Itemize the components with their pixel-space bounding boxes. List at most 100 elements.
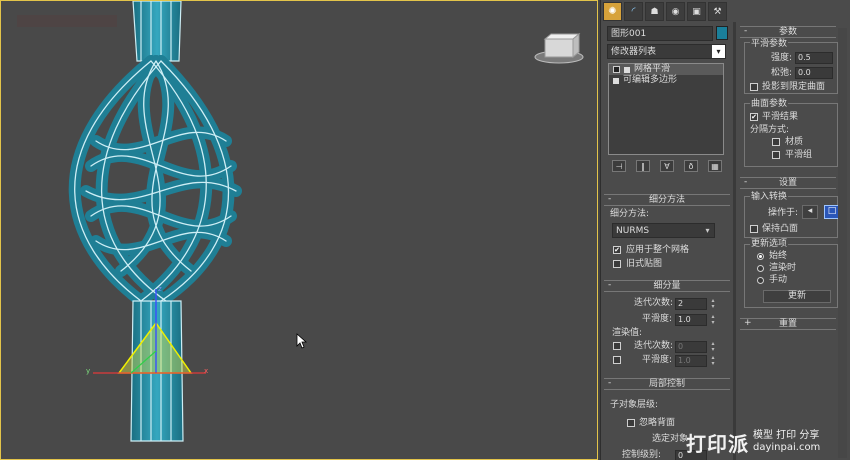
stack-item-meshsmooth[interactable]: 网格平滑 — [609, 64, 723, 75]
subdivision-method-label: 细分方法: — [610, 209, 650, 219]
viewcube-icon[interactable] — [533, 29, 585, 65]
twisted-bulb — [68, 55, 242, 307]
render-iterations-spinner-arrows-icon[interactable]: ▴ ▾ — [709, 341, 717, 353]
stack-item-label: 可编辑多边形 — [623, 75, 678, 85]
update-options-label: 更新选项 — [750, 239, 789, 250]
apply-to-whole-mesh-label: 应用于整个网格 — [626, 245, 690, 255]
watermark-caption: 模型 打印 分享 dayinpai.com — [753, 430, 820, 454]
watermark-line1: 模型 打印 分享 — [753, 430, 820, 441]
rollout-subdivision-amount-header[interactable]: - 细分量 — [604, 280, 730, 292]
object-name-field[interactable]: 图形001 — [607, 26, 713, 41]
remove-modifier-icon[interactable]: ð — [684, 160, 698, 172]
watermark-title: 打印派 — [686, 433, 749, 456]
twisted-mesh-model[interactable]: y x z — [1, 1, 598, 460]
smoothness-spinner-arrows-icon[interactable]: ▴ ▾ — [709, 314, 717, 326]
hammer-icon: ⚒ — [713, 6, 722, 17]
rollout-settings-header[interactable]: - 设置 — [740, 177, 836, 189]
rollout-reset-header[interactable]: + 重置 — [740, 318, 836, 330]
configure-modifier-sets-icon[interactable]: ▦ — [708, 160, 722, 172]
update-button[interactable]: 更新 — [763, 290, 831, 303]
tab-hierarchy[interactable]: ☗ — [645, 2, 664, 21]
ignore-backfacing-checkbox[interactable] — [627, 419, 635, 427]
strength-spinner-field[interactable]: 0.5 — [795, 52, 833, 64]
apply-to-whole-mesh-checkbox[interactable]: ✔ — [613, 246, 621, 254]
render-values-label: 渲染值: — [612, 328, 643, 338]
render-iterations-checkbox[interactable] — [613, 342, 621, 350]
update-manual-radio[interactable] — [757, 277, 764, 284]
render-iterations-spinner-field[interactable]: 0 — [675, 341, 707, 353]
svg-text:z: z — [158, 285, 162, 293]
stack-toolbar: ⊣ ‖ ∀ ð ▦ — [612, 160, 722, 172]
modifier-list-label: 修改器列表 — [611, 47, 657, 57]
smoothness-spinner-field[interactable]: 1.0 — [675, 314, 707, 326]
tab-display[interactable]: ▣ — [687, 2, 706, 21]
modify-arc-icon: ◜ — [631, 6, 636, 17]
object-color-swatch[interactable] — [716, 26, 728, 40]
rollout-title: 参数 — [778, 27, 797, 37]
mouse-cursor-icon — [296, 333, 308, 349]
strength-label: 强度: — [771, 53, 793, 63]
render-smoothness-checkbox[interactable] — [613, 356, 621, 364]
project-checkbox[interactable] — [750, 83, 758, 91]
chevron-down-icon: ▾ — [701, 224, 714, 237]
tab-modify[interactable]: ◜ — [624, 2, 643, 21]
materials-label: 材质 — [785, 137, 804, 147]
motion-icon: ◉ — [671, 6, 680, 17]
rollout-subdivision-method-header[interactable]: - 细分方法 — [604, 194, 730, 206]
watermark-logo: 打印派 模型 打印 分享 dayinpai.com — [686, 428, 820, 456]
keep-convex-label: 保持凸面 — [762, 224, 799, 234]
subdivision-method-dropdown[interactable]: NURMS ▾ — [612, 223, 715, 238]
iterations-spinner-arrows-icon[interactable]: ▴ ▾ — [709, 298, 717, 310]
stack-square-icon — [624, 66, 630, 73]
render-smoothness-label: 平滑度: — [642, 355, 673, 365]
tab-create[interactable]: ✺ — [603, 2, 622, 21]
update-when-rendering-label: 渲染时 — [769, 263, 797, 273]
render-smoothness-spinner-arrows-icon[interactable]: ▴ ▾ — [709, 355, 717, 367]
viewport-perspective[interactable]: y x z — [0, 0, 598, 460]
render-iterations-label: 迭代次数: — [634, 341, 674, 351]
materials-checkbox[interactable] — [772, 138, 780, 146]
svg-text:x: x — [204, 367, 208, 375]
collapse-minus-icon: - — [608, 194, 612, 204]
sub-object-level-label: 子对象层级: — [610, 400, 659, 410]
panel-scrollbar[interactable] — [838, 28, 847, 458]
update-always-radio[interactable] — [757, 253, 764, 260]
svg-text:y: y — [86, 367, 90, 375]
modifier-list-dropdown[interactable]: 修改器列表 ▾ — [607, 44, 726, 59]
rollout-title: 细分量 — [653, 281, 681, 291]
relax-spinner-field[interactable]: 0.0 — [795, 67, 833, 79]
render-smoothness-spinner-field[interactable]: 1.0 — [675, 355, 707, 367]
bulb-toggle-icon[interactable] — [613, 66, 620, 73]
show-end-result-icon[interactable]: ‖ — [636, 160, 650, 172]
sun-icon: ✺ — [608, 6, 617, 17]
stack-square-icon — [613, 77, 619, 84]
iterations-spinner-field[interactable]: 2 — [675, 298, 707, 310]
update-when-rendering-radio[interactable] — [757, 265, 764, 272]
ignore-backfacing-label: 忽略背面 — [639, 418, 676, 428]
stack-item-label: 网格平滑 — [634, 64, 671, 74]
smooth-result-checkbox[interactable]: ✔ — [750, 113, 758, 121]
expand-plus-icon: + — [744, 318, 752, 328]
stem-top — [132, 1, 182, 62]
chevron-down-icon: ▾ — [712, 45, 725, 58]
stack-item-editable-poly[interactable]: 可编辑多边形 — [609, 75, 723, 86]
update-manual-label: 手动 — [769, 275, 788, 285]
make-unique-icon[interactable]: ∀ — [660, 160, 674, 172]
old-style-mapping-checkbox[interactable] — [613, 260, 621, 268]
modifier-stack: 网格平滑 可编辑多边形 — [608, 63, 724, 155]
operate-on-triangle-button[interactable]: ◂ — [802, 205, 818, 219]
update-always-label: 始终 — [769, 251, 788, 261]
tab-motion[interactable]: ◉ — [666, 2, 685, 21]
collapse-minus-icon: - — [608, 378, 612, 388]
tab-utilities[interactable]: ⚒ — [708, 2, 727, 21]
input-conversion-label: 输入转换 — [750, 192, 789, 203]
command-panel-tabs: ✺ ◜ ☗ ◉ ▣ ⚒ — [603, 2, 727, 22]
smoothing-groups-checkbox[interactable] — [772, 151, 780, 159]
pin-stack-icon[interactable]: ⊣ — [612, 160, 626, 172]
keep-convex-checkbox[interactable] — [750, 225, 758, 233]
rollout-params-header[interactable]: - 参数 — [740, 26, 836, 38]
separate-by-label: 分隔方式: — [750, 125, 790, 135]
control-level-label: 控制级别: — [622, 450, 662, 460]
surface-params-label: 曲面参数 — [750, 99, 789, 110]
rollout-local-control-header[interactable]: - 局部控制 — [604, 378, 730, 390]
